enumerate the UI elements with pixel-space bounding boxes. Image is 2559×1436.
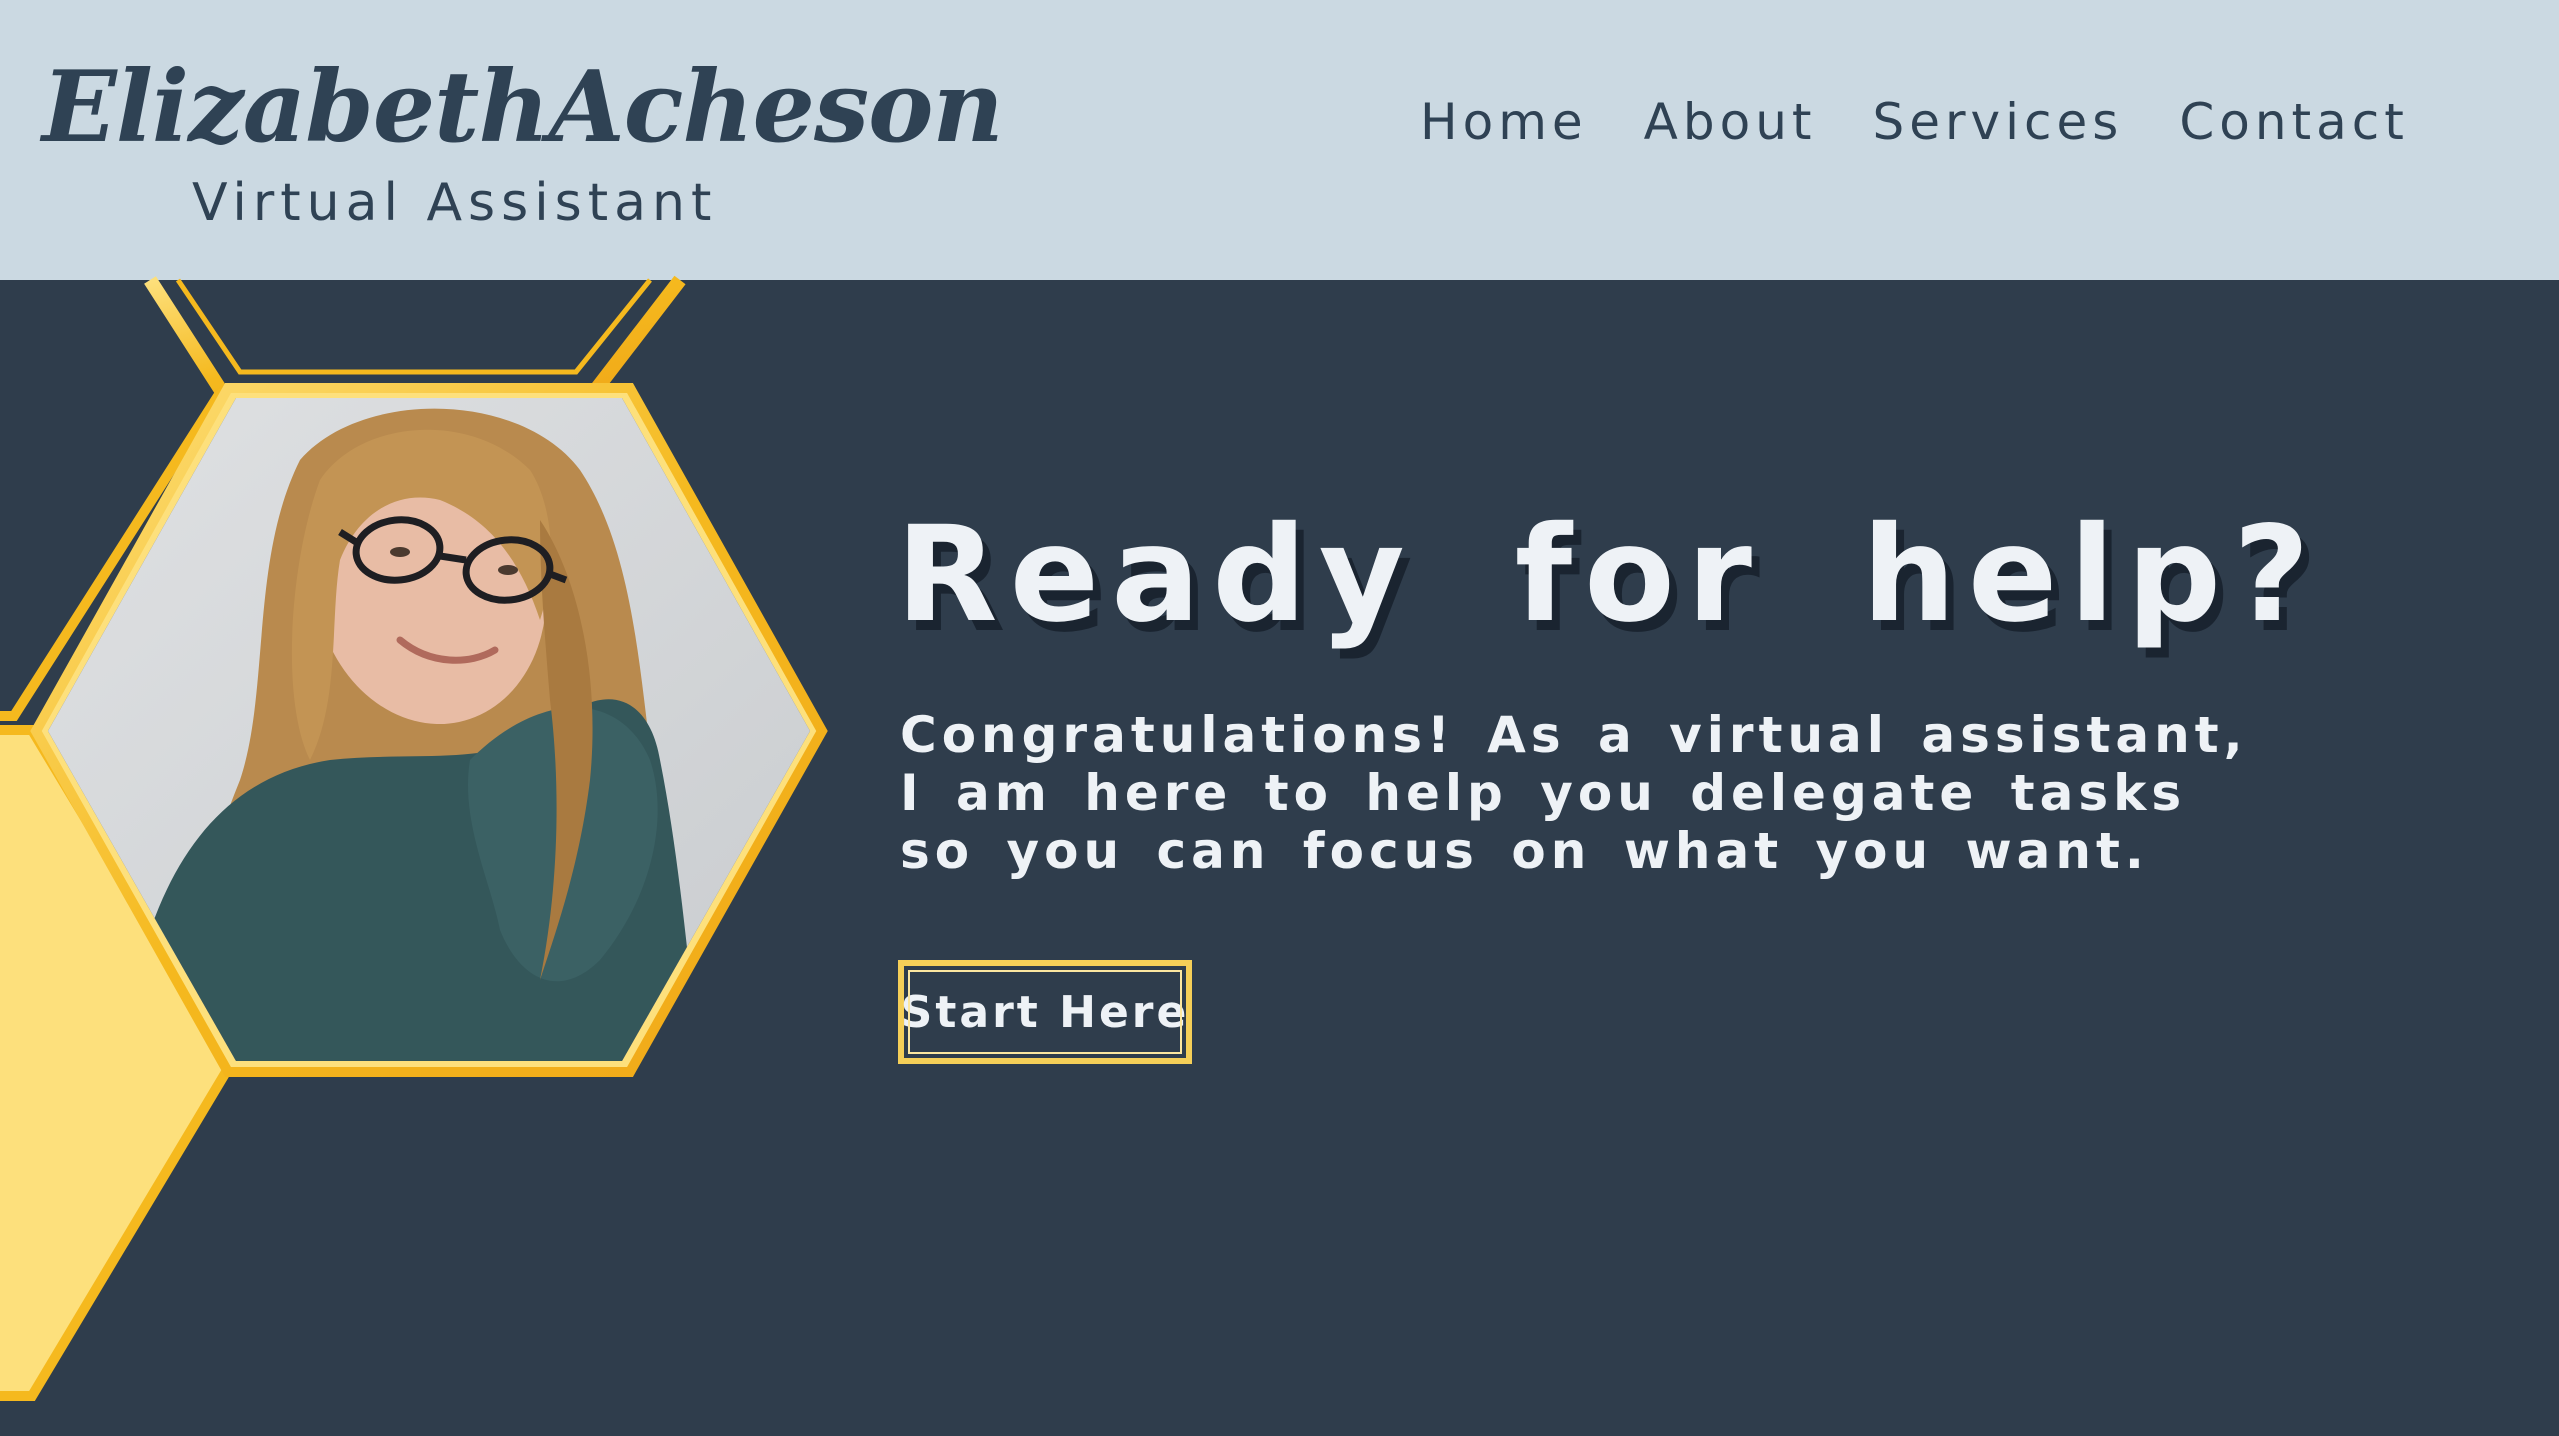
hero-text-line-2: I am here to help you delegate tasks bbox=[900, 764, 2187, 822]
start-here-button[interactable]: Start Here bbox=[898, 960, 1192, 1064]
top-hexagon-outline bbox=[144, 275, 686, 399]
hero-description: Congratulations! As a virtual assistant,… bbox=[900, 706, 2300, 880]
hero-title: Ready for help? bbox=[896, 498, 2322, 652]
landing-page: ElizabethAcheson Virtual Assistant Home … bbox=[0, 0, 2559, 1436]
hero-text-line-1: Congratulations! As a virtual assistant, bbox=[900, 706, 2248, 764]
hero-text-line-3: so you can focus on what you want. bbox=[900, 822, 2149, 880]
